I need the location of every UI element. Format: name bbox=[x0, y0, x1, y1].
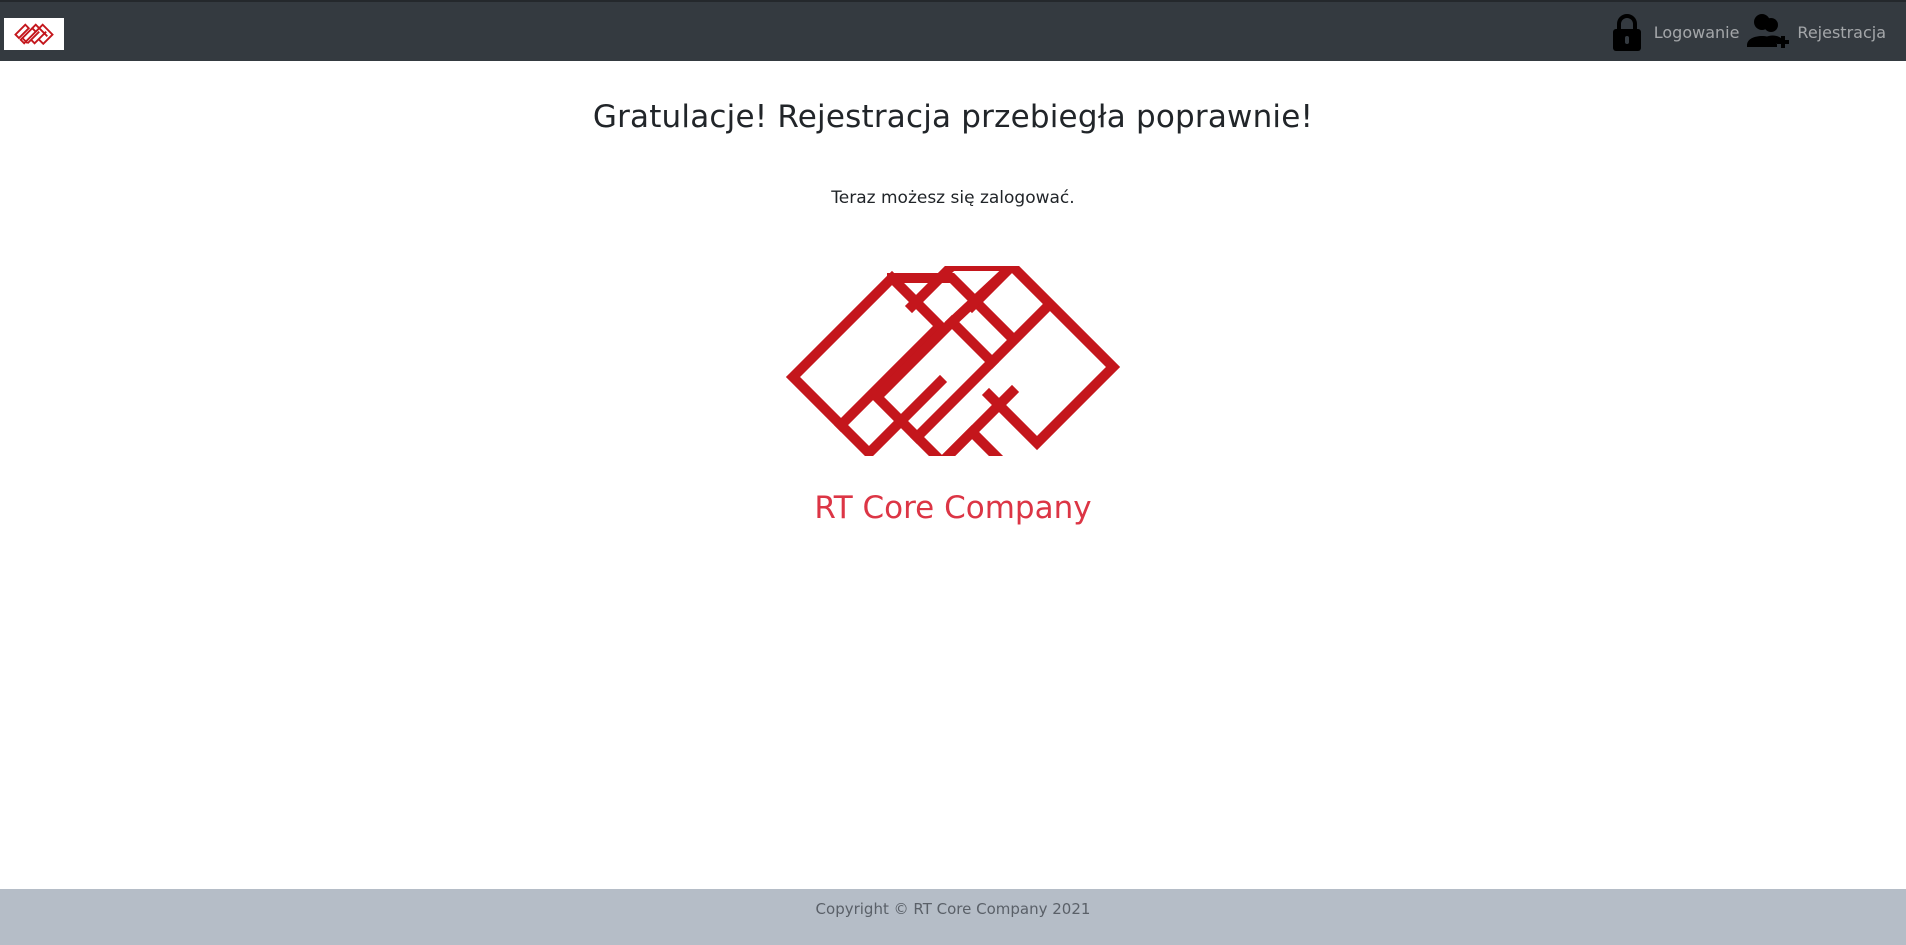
login-prompt: Teraz możesz się zalogować. bbox=[831, 188, 1075, 208]
register-link[interactable]: Rejestracja bbox=[1747, 13, 1886, 53]
nav-links: Logowanie Rejestracja bbox=[1612, 2, 1886, 63]
company-logo-small-icon bbox=[14, 23, 54, 45]
register-label: Rejestracja bbox=[1797, 23, 1886, 42]
footer: Copyright © RT Core Company 2021 bbox=[0, 889, 1906, 945]
user-plus-icon bbox=[1747, 13, 1790, 53]
company-logo-icon bbox=[786, 266, 1120, 456]
login-label: Logowanie bbox=[1653, 23, 1740, 42]
copyright-text: Copyright © RT Core Company 2021 bbox=[815, 900, 1091, 918]
page-title: Gratulacje! Rejestracja przebiegła popra… bbox=[592, 99, 1314, 135]
login-link[interactable]: Logowanie bbox=[1612, 13, 1740, 52]
brand-logo-link[interactable] bbox=[4, 18, 64, 50]
lock-icon bbox=[1612, 13, 1642, 52]
top-navbar: Logowanie Rejestracja bbox=[0, 0, 1906, 61]
company-name: RT Core Company bbox=[814, 490, 1092, 526]
